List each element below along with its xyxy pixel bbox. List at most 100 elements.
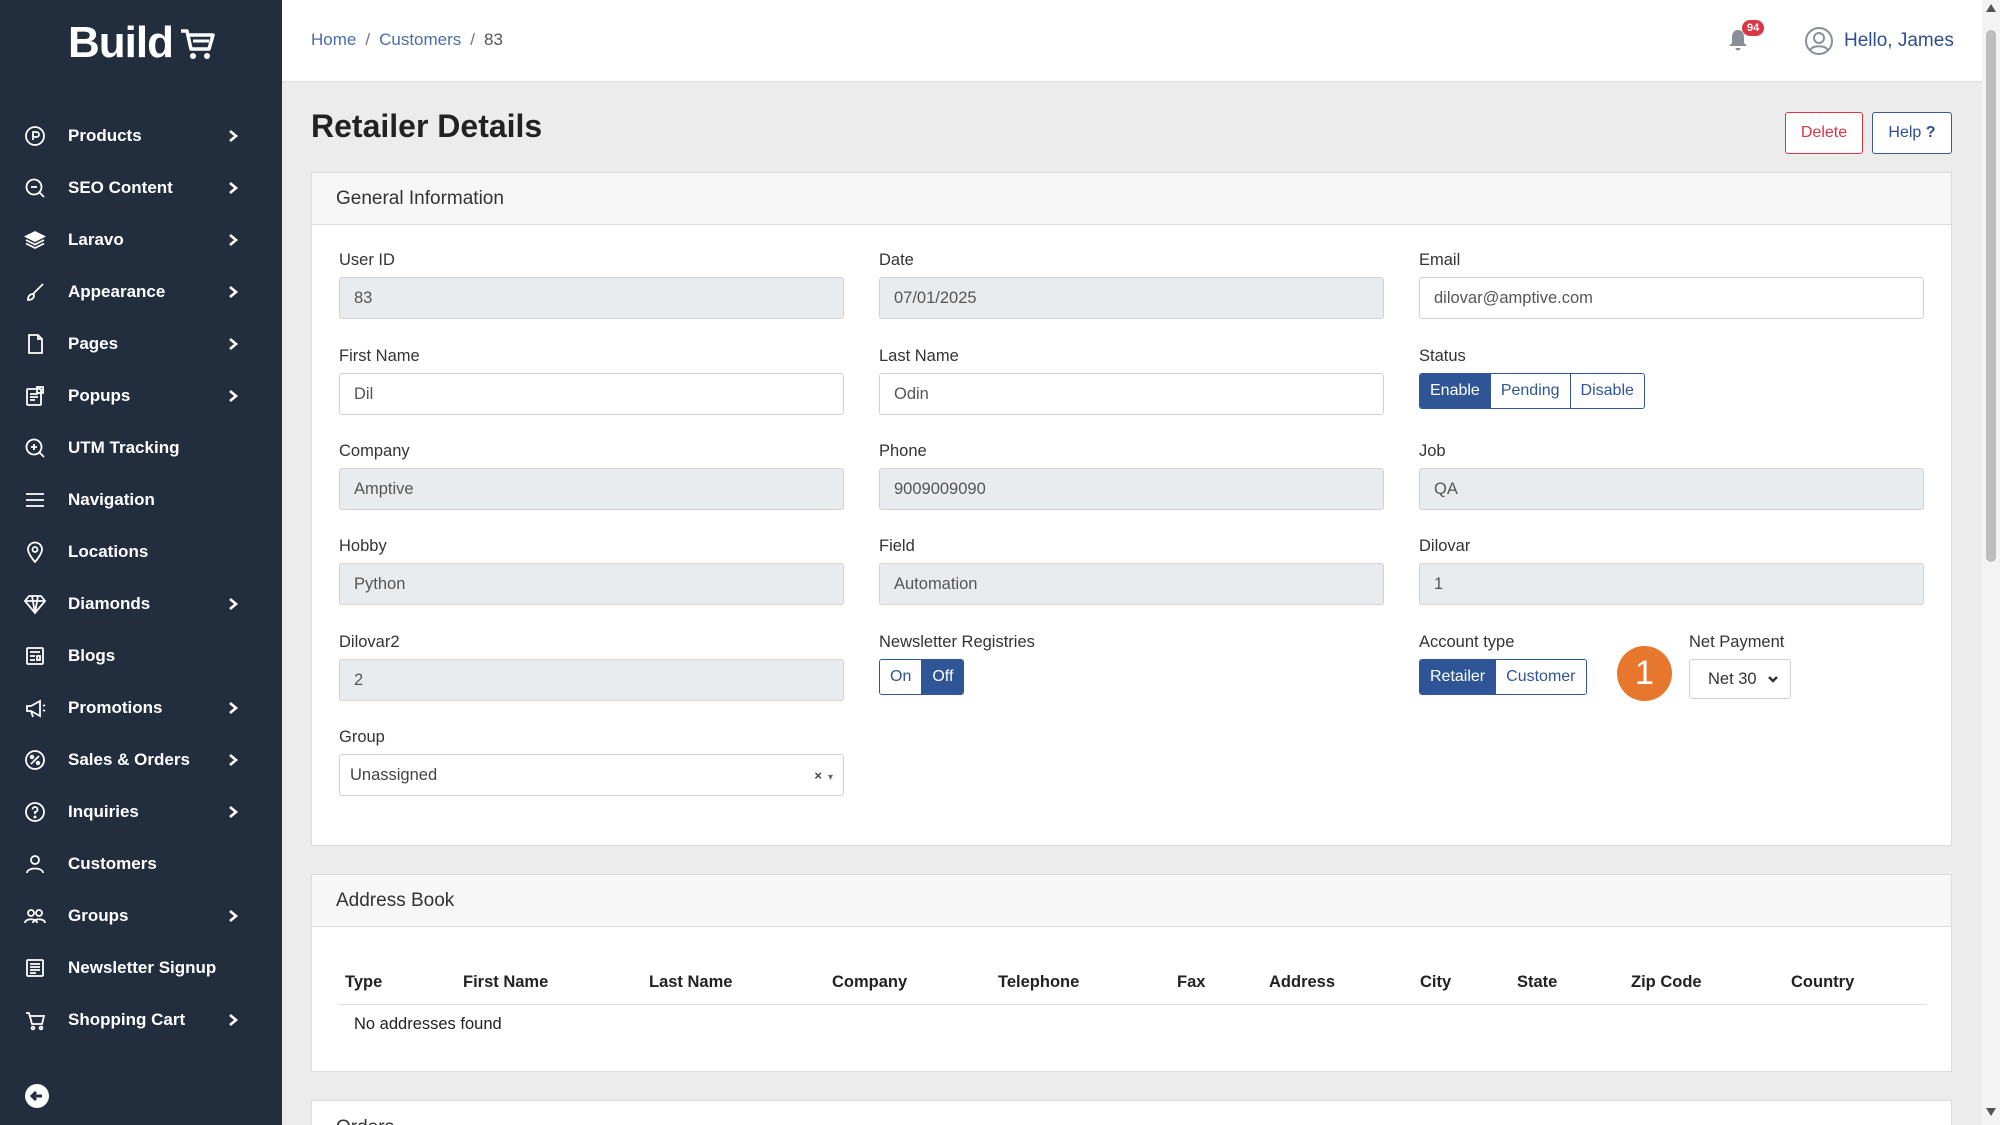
- sidebar-item-diamonds[interactable]: Diamonds: [0, 578, 282, 630]
- chevron-right-icon: [226, 285, 240, 299]
- last-name-label: Last Name: [879, 347, 959, 365]
- first-name-label: First Name: [339, 347, 420, 365]
- arrow-left-icon: [29, 1090, 42, 1102]
- last-name-input[interactable]: Odin: [879, 373, 1384, 415]
- sidebar-item-seo-content[interactable]: SEO Content: [0, 162, 282, 214]
- user-id-input[interactable]: 83: [339, 277, 844, 319]
- help-button[interactable]: Help ?: [1872, 112, 1952, 154]
- net-payment-select[interactable]: Net 30: [1689, 659, 1791, 699]
- sidebar-item-navigation[interactable]: Navigation: [0, 474, 282, 526]
- phone-field: Phone 9009009090: [879, 442, 1384, 510]
- sidebar-item-blogs[interactable]: Blogs: [0, 630, 282, 682]
- dilovar-input[interactable]: 1: [1419, 563, 1924, 605]
- newsletter-label: Newsletter Registries: [879, 633, 1035, 651]
- sidebar-item-label: Products: [68, 126, 142, 145]
- column-header-state: State: [1517, 973, 1558, 991]
- group-caret-icon[interactable]: ▾: [828, 772, 833, 783]
- users-icon: [24, 905, 46, 927]
- breadcrumb-customers-link[interactable]: Customers: [379, 30, 461, 49]
- brush-icon: [24, 281, 46, 303]
- orders-card: Orders: [311, 1100, 1952, 1125]
- date-input[interactable]: 07/01/2025: [879, 277, 1384, 319]
- brand-name: Build: [68, 18, 174, 67]
- net-payment-field: Net Payment Net 30: [1689, 633, 1791, 699]
- breadcrumb-home-link[interactable]: Home: [311, 30, 356, 49]
- sidebar-item-label: Shopping Cart: [68, 1010, 186, 1029]
- scroll-down-arrow-icon[interactable]: [1986, 1108, 1996, 1116]
- status-pending-option[interactable]: Pending: [1490, 374, 1571, 408]
- breadcrumb: Home / Customers / 83: [311, 30, 503, 50]
- chevron-right-icon: [226, 597, 240, 611]
- email-label: Email: [1419, 251, 1461, 269]
- dilovar-label: Dilovar: [1419, 537, 1471, 555]
- sidebar-item-locations[interactable]: Locations: [0, 526, 282, 578]
- sidebar-item-promotions[interactable]: Promotions: [0, 682, 282, 734]
- sidebar-item-products[interactable]: Products: [0, 110, 282, 162]
- sidebar-item-inquiries[interactable]: Inquiries: [0, 786, 282, 838]
- scrollbar-thumb[interactable]: [1986, 30, 1996, 562]
- sidebar-item-label: Diamonds: [68, 594, 151, 613]
- sidebar-item-label: Blogs: [68, 646, 116, 665]
- utm-icon: [24, 437, 46, 459]
- newsletter-off-option[interactable]: Off: [922, 660, 964, 694]
- sidebar-item-shopping-cart[interactable]: Shopping Cart: [0, 994, 282, 1046]
- column-header-address: Address: [1269, 973, 1336, 991]
- percent-icon: [24, 749, 46, 771]
- newsletter-icon: [24, 957, 46, 979]
- account-type-retailer-option[interactable]: Retailer: [1420, 660, 1497, 694]
- user-icon: [24, 853, 46, 875]
- group-field: Group Unassigned × ▾: [339, 728, 844, 796]
- column-header-last-name: Last Name: [649, 973, 733, 991]
- user-menu[interactable]: Hello, James: [1804, 26, 1954, 56]
- delete-button[interactable]: Delete: [1785, 112, 1863, 154]
- company-label: Company: [339, 442, 410, 460]
- sidebar-item-label: SEO Content: [68, 178, 173, 197]
- collapse-sidebar-button[interactable]: [25, 1084, 49, 1108]
- newsletter-on-option[interactable]: On: [880, 660, 923, 694]
- orders-title: Orders: [336, 1117, 394, 1125]
- dilovar2-field: Dilovar2 2: [339, 633, 844, 701]
- breadcrumb-separator: /: [365, 30, 371, 49]
- status-enable-option[interactable]: Enable: [1420, 374, 1491, 408]
- sidebar-item-newsletter-signup[interactable]: Newsletter Signup: [0, 942, 282, 994]
- general-information-card: General Information User ID 83 Date 07/0…: [311, 172, 1952, 846]
- sidebar-nav: Products SEO Content Laravo Appearance Pages…: [0, 110, 282, 1046]
- seo-icon: [24, 177, 46, 199]
- status-disable-option[interactable]: Disable: [1570, 374, 1644, 408]
- page-scrollbar[interactable]: [1982, 0, 2000, 1125]
- column-header-first-name: First Name: [463, 973, 549, 991]
- sidebar-item-sales-and-orders[interactable]: Sales & Orders: [0, 734, 282, 786]
- sidebar-item-groups[interactable]: Groups: [0, 890, 282, 942]
- company-input[interactable]: Amptive: [339, 468, 844, 510]
- hobby-input[interactable]: Python: [339, 563, 844, 605]
- sidebar: Build Products SEO Content Laravo Appearanc…: [0, 0, 282, 1125]
- chevron-right-icon: [226, 337, 240, 351]
- group-value: Unassigned: [350, 765, 438, 784]
- notification-count-badge: 94: [1742, 20, 1765, 36]
- group-select[interactable]: Unassigned × ▾: [339, 754, 844, 796]
- field-input[interactable]: Automation: [879, 563, 1384, 605]
- job-input[interactable]: QA: [1419, 468, 1924, 510]
- scroll-up-arrow-icon[interactable]: [1986, 4, 1996, 12]
- group-clear-icon[interactable]: ×: [814, 768, 822, 783]
- chevron-down-icon: [1767, 676, 1778, 683]
- sidebar-item-popups[interactable]: Popups: [0, 370, 282, 422]
- dilovar2-input[interactable]: 2: [339, 659, 844, 701]
- first-name-input[interactable]: Dil: [339, 373, 844, 415]
- account-type-customer-option[interactable]: Customer: [1496, 660, 1586, 694]
- sidebar-item-customers[interactable]: Customers: [0, 838, 282, 890]
- column-header-telephone: Telephone: [998, 973, 1080, 991]
- sidebar-item-utm-tracking[interactable]: UTM Tracking: [0, 422, 282, 474]
- sidebar-item-appearance[interactable]: Appearance: [0, 266, 282, 318]
- job-field: Job QA: [1419, 442, 1924, 510]
- sidebar-item-label: Appearance: [68, 282, 166, 301]
- sidebar-item-laravo[interactable]: Laravo: [0, 214, 282, 266]
- phone-input[interactable]: 9009009090: [879, 468, 1384, 510]
- brand-logo[interactable]: Build: [68, 18, 217, 68]
- email-field: Email dilovar@amptive.com: [1419, 251, 1924, 319]
- sidebar-item-label: Popups: [68, 386, 131, 405]
- menu-icon: [24, 489, 46, 511]
- email-input[interactable]: dilovar@amptive.com: [1419, 277, 1924, 319]
- sidebar-item-pages[interactable]: Pages: [0, 318, 282, 370]
- sidebar-item-label: Locations: [68, 542, 149, 561]
